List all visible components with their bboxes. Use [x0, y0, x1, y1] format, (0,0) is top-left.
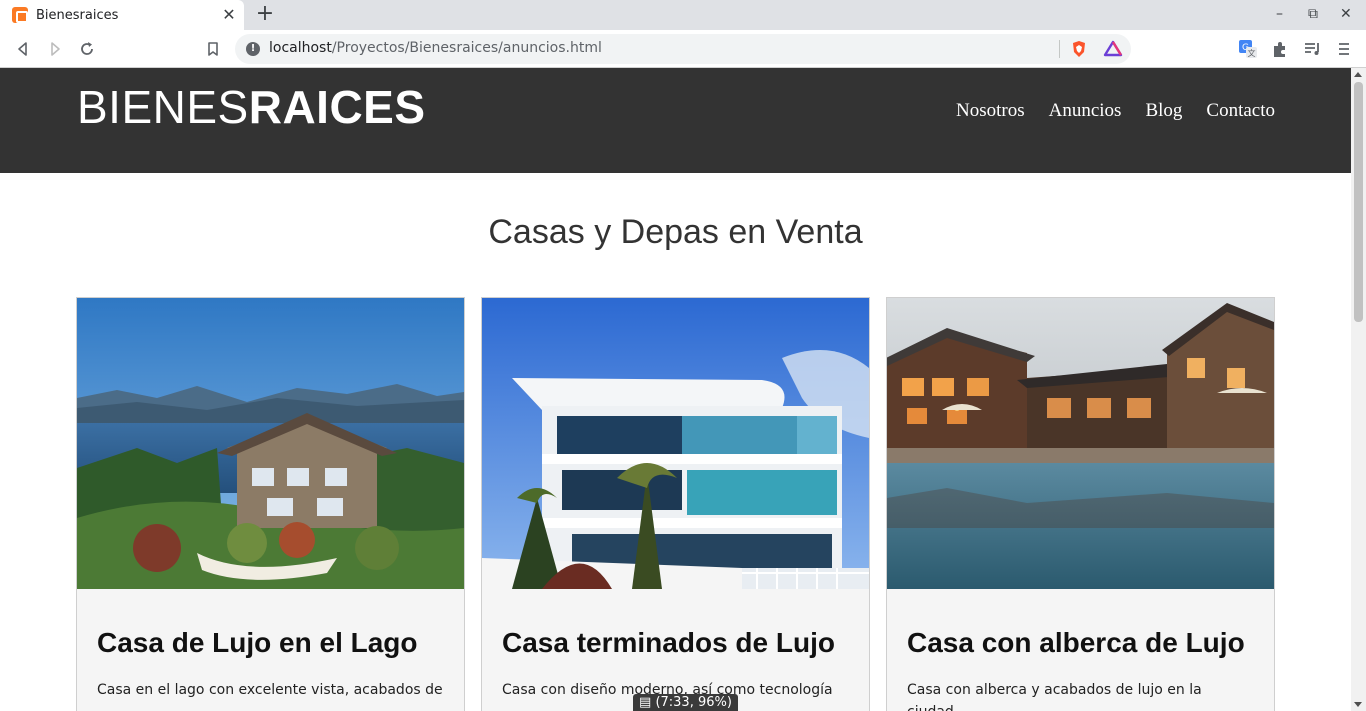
new-tab-icon[interactable]: +	[254, 3, 276, 26]
listing-card[interactable]: Casa con alberca de Lujo Casa con alberc…	[886, 297, 1275, 711]
close-tab-icon[interactable]: ✕	[222, 7, 236, 23]
nav-link-blog[interactable]: Blog	[1145, 100, 1182, 122]
omnibox-divider	[1059, 40, 1060, 58]
tab-strip: Bienesraices ✕ + – ⧉ ✕	[0, 0, 1366, 30]
menu-icon[interactable]	[1334, 39, 1354, 59]
status-overlay: ▤ (7:33, 96%)	[633, 694, 738, 711]
page-title: Casas y Depas en Venta	[488, 213, 863, 251]
nav-link-anuncios[interactable]: Anuncios	[1049, 100, 1122, 122]
lake-house-image	[77, 298, 464, 589]
minimize-icon[interactable]: –	[1276, 6, 1283, 22]
browser-toolbar: ! localhost/Proyectos/Bienesraices/anunc…	[0, 30, 1366, 68]
listing-title[interactable]: Casa terminados de Lujo	[502, 627, 852, 659]
tab-title: Bienesraices	[36, 7, 119, 23]
forward-icon[interactable]	[44, 38, 66, 60]
listing-card-body: Casa de Lujo en el Lago Casa en el lago …	[97, 627, 447, 701]
pool-house-image	[887, 298, 1274, 589]
document-icon: ▤	[639, 695, 652, 710]
bookmark-icon[interactable]	[202, 38, 224, 60]
status-text: (7:33, 96%)	[655, 695, 732, 710]
reload-icon[interactable]	[76, 38, 98, 60]
xampp-favicon-icon	[12, 7, 28, 23]
site-logo[interactable]: BIENESRAICES	[77, 80, 426, 134]
back-icon[interactable]	[12, 38, 34, 60]
listing-title[interactable]: Casa de Lujo en el Lago	[97, 627, 447, 659]
scroll-thumb[interactable]	[1354, 82, 1363, 322]
scroll-down-arrow-icon[interactable]	[1354, 702, 1362, 707]
listings-grid: Casa de Lujo en el Lago Casa en el lago …	[76, 297, 1276, 711]
translate-icon[interactable]: G 文	[1238, 39, 1258, 59]
listing-description: Casa en el lago con excelente vista, aca…	[97, 682, 443, 698]
main-nav: Nosotros Anuncios Blog Contacto	[956, 100, 1275, 122]
extensions-puzzle-icon[interactable]	[1270, 39, 1290, 59]
listing-title[interactable]: Casa con alberca de Lujo	[907, 627, 1257, 659]
listing-card-body: Casa terminados de Lujo Casa con diseño …	[502, 627, 852, 701]
media-queue-icon[interactable]	[1302, 39, 1322, 59]
address-bar[interactable]: ! localhost/Proyectos/Bienesraices/anunc…	[235, 34, 1131, 64]
url-text[interactable]: localhost/Proyectos/Bienesraices/anuncio…	[269, 40, 602, 56]
site-info-icon[interactable]: !	[246, 42, 260, 56]
browser-tab[interactable]: Bienesraices ✕	[0, 0, 244, 30]
nav-link-contacto[interactable]: Contacto	[1206, 100, 1275, 122]
scroll-up-arrow-icon[interactable]	[1354, 72, 1362, 77]
nav-link-nosotros[interactable]: Nosotros	[956, 100, 1025, 122]
listing-description: Casa con alberca y acabados de lujo en l…	[907, 682, 1202, 711]
site-header: BIENESRAICES Nosotros Anuncios Blog Cont…	[0, 68, 1351, 173]
listing-card[interactable]: Casa de Lujo en el Lago Casa en el lago …	[76, 297, 465, 711]
modern-house-image	[482, 298, 869, 589]
restore-icon[interactable]: ⧉	[1308, 6, 1318, 22]
listing-card-body: Casa con alberca de Lujo Casa con alberc…	[907, 627, 1257, 711]
page-scrollbar[interactable]	[1351, 68, 1366, 711]
listing-card[interactable]: Casa terminados de Lujo Casa con diseño …	[481, 297, 870, 711]
close-window-icon[interactable]: ✕	[1340, 6, 1352, 22]
page-viewport: BIENESRAICES Nosotros Anuncios Blog Cont…	[0, 68, 1351, 711]
brave-shield-icon[interactable]	[1069, 39, 1089, 59]
brave-rewards-icon[interactable]	[1103, 39, 1123, 59]
svg-text:文: 文	[1248, 48, 1256, 58]
